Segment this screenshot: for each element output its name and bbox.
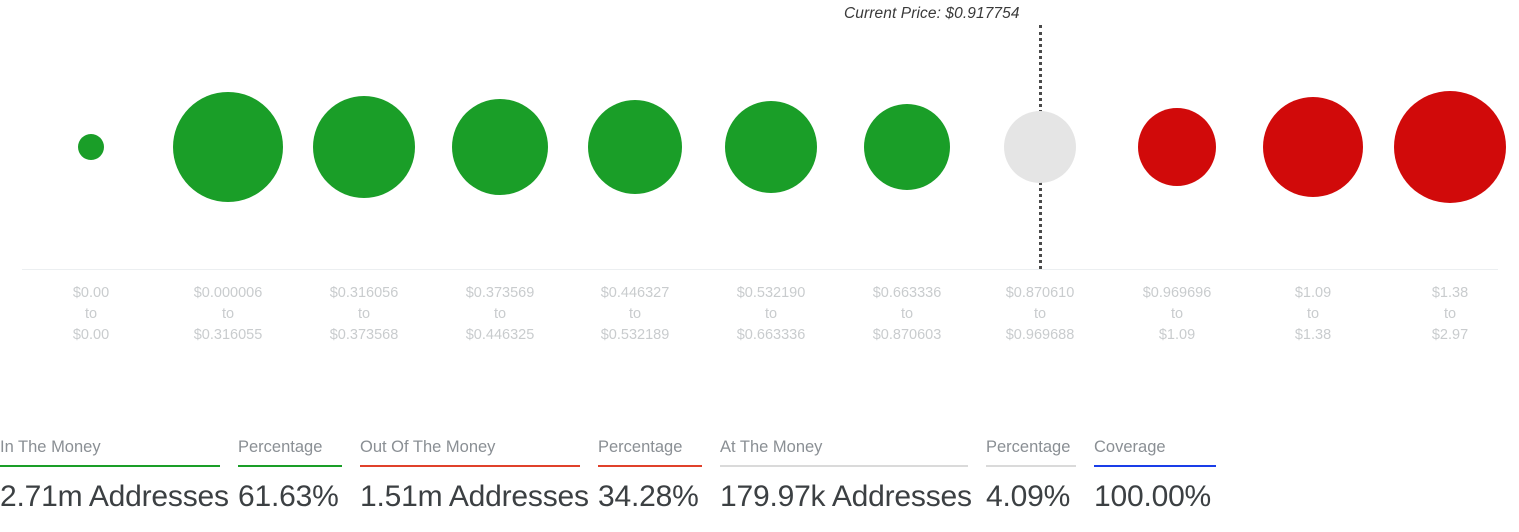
tick-range-separator: to <box>764 306 778 322</box>
x-tick-label: $1.38 to $2.97 <box>1375 283 1519 346</box>
stat-out-of-the-money: Out Of The Money 1.51m Addresses <box>360 437 598 514</box>
stat-at-the-money: At The Money 179.97k Addresses <box>720 437 986 514</box>
tick-range-separator: to <box>84 306 98 322</box>
stat-value: 4.09% <box>986 480 1071 513</box>
bubble--0-316056-to-0-373568[interactable] <box>313 96 415 198</box>
stat-underline <box>238 465 342 467</box>
x-tick-label: $0.446327 to $0.532189 <box>560 283 710 346</box>
x-tick-label: $1.09 to $1.38 <box>1238 283 1388 346</box>
stat-value: 2.71m Addresses <box>0 480 229 513</box>
tick-range-to: $0.870603 <box>872 327 942 343</box>
stat-value: 100.00% <box>1094 480 1212 513</box>
bubble--0-446327-to-0-532189[interactable] <box>588 100 682 194</box>
tick-range-separator: to <box>1170 306 1184 322</box>
stat-underline <box>360 465 580 467</box>
bubble--1-09-to-1-38[interactable] <box>1263 97 1363 197</box>
x-tick-label: $0.663336 to $0.870603 <box>832 283 982 346</box>
bubble--0-870610-to-0-969688[interactable] <box>1004 111 1076 183</box>
tick-range-separator: to <box>221 306 235 322</box>
x-tick-label: $0.00 to $0.00 <box>16 283 166 346</box>
bubble--0-663336-to-0-870603[interactable] <box>864 104 950 190</box>
stat-underline <box>986 465 1076 467</box>
tick-range-from: $0.446327 <box>600 285 670 301</box>
tick-range-separator: to <box>1033 306 1047 322</box>
current-price-annotation: Current Price: $0.917754 <box>844 5 1020 22</box>
tick-range-separator: to <box>900 306 914 322</box>
x-tick-label: $0.532190 to $0.663336 <box>696 283 846 346</box>
stat-in-the-money: In The Money 2.71m Addresses <box>0 437 238 514</box>
axis-baseline <box>22 269 1498 270</box>
tick-range-from: $0.000006 <box>193 285 263 301</box>
x-tick-label: $0.316056 to $0.373568 <box>289 283 439 346</box>
tick-range-from: $0.373569 <box>465 285 535 301</box>
tick-range-to: $0.00 <box>72 327 110 343</box>
bubble--0-00-to-0-00[interactable] <box>78 134 104 160</box>
x-axis-tick-labels: $0.00 to $0.00 $0.000006 to $0.316055 $0.31605… <box>0 283 1519 363</box>
stat-value: 34.28% <box>598 480 699 513</box>
stat-percentage: Percentage 61.63% <box>238 437 360 514</box>
stat-label: At The Money <box>720 438 823 456</box>
x-tick-label: $0.000006 to $0.316055 <box>153 283 303 346</box>
stat-percentage: Percentage 4.09% <box>986 437 1094 514</box>
tick-range-from: $0.870610 <box>1005 285 1075 301</box>
x-tick-label: $0.870610 to $0.969688 <box>965 283 1115 346</box>
stat-label: Percentage <box>598 438 683 456</box>
tick-range-separator: to <box>493 306 507 322</box>
tick-range-to: $1.38 <box>1294 327 1332 343</box>
tick-range-to: $0.316055 <box>193 327 263 343</box>
tick-range-to: $2.97 <box>1431 327 1469 343</box>
stat-label: Coverage <box>1094 438 1166 456</box>
x-tick-label: $0.373569 to $0.446325 <box>425 283 575 346</box>
stat-underline <box>598 465 702 467</box>
stat-label: Percentage <box>986 438 1071 456</box>
stat-coverage: Coverage 100.00% <box>1094 437 1234 514</box>
tick-range-from: $1.09 <box>1294 285 1332 301</box>
tick-range-from: $0.316056 <box>329 285 399 301</box>
tick-range-to: $0.969688 <box>1005 327 1075 343</box>
bubble--0-532190-to-0-663336[interactable] <box>725 101 817 193</box>
stat-value: 179.97k Addresses <box>720 480 972 513</box>
stat-label: Out Of The Money <box>360 438 496 456</box>
stat-value: 61.63% <box>238 480 339 513</box>
tick-range-to: $1.09 <box>1158 327 1196 343</box>
tick-range-from: $0.00 <box>72 285 110 301</box>
tick-range-separator: to <box>1443 306 1457 322</box>
bubble--0-969696-to-1-09[interactable] <box>1138 108 1216 186</box>
bubble--0-000006-to-0-316055[interactable] <box>173 92 283 202</box>
stat-underline <box>720 465 968 467</box>
bubble--1-38-to-2-97[interactable] <box>1394 91 1506 203</box>
stat-value: 1.51m Addresses <box>360 480 589 513</box>
stat-underline <box>1094 465 1216 467</box>
summary-stats-row: In The Money 2.71m Addresses Percentage 61.… <box>0 437 1519 532</box>
tick-range-to: $0.663336 <box>736 327 806 343</box>
tick-range-from: $0.663336 <box>872 285 942 301</box>
tick-range-from: $0.532190 <box>736 285 806 301</box>
x-tick-label: $0.969696 to $1.09 <box>1102 283 1252 346</box>
stat-label: Percentage <box>238 438 323 456</box>
tick-range-to: $0.532189 <box>600 327 670 343</box>
bubble--0-373569-to-0-446325[interactable] <box>452 99 548 195</box>
tick-range-from: $1.38 <box>1431 285 1469 301</box>
stat-label: In The Money <box>0 438 101 456</box>
stat-underline <box>0 465 220 467</box>
tick-range-to: $0.446325 <box>465 327 535 343</box>
tick-range-from: $0.969696 <box>1142 285 1212 301</box>
tick-range-separator: to <box>357 306 371 322</box>
tick-range-separator: to <box>1306 306 1320 322</box>
stat-percentage: Percentage 34.28% <box>598 437 720 514</box>
bubble-chart: Current Price: $0.917754 $0.00 to $0.00 $0.… <box>0 0 1519 420</box>
tick-range-to: $0.373568 <box>329 327 399 343</box>
tick-range-separator: to <box>628 306 642 322</box>
